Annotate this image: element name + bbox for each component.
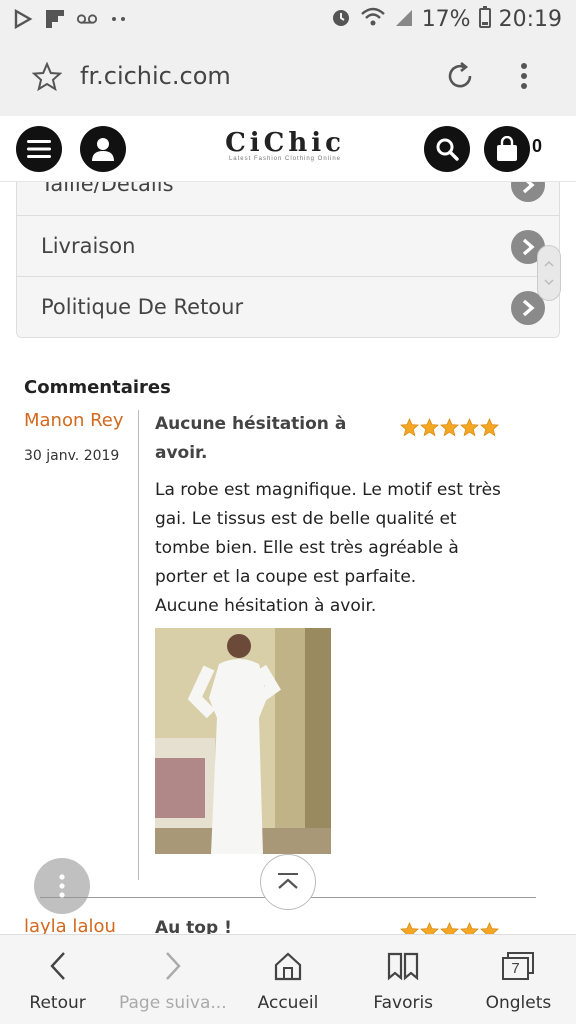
flipboard-icon — [44, 8, 66, 30]
home-icon — [271, 949, 305, 983]
star-icon — [400, 418, 419, 437]
accordion-label: Politique De Retour — [41, 295, 244, 319]
accordion-label: Taille/Détails — [41, 182, 174, 196]
nav-tabs-button[interactable]: 7 Onglets — [461, 935, 576, 1024]
search-icon — [436, 138, 459, 161]
status-bar: 17% 20:19 — [0, 0, 576, 40]
star-icon — [480, 418, 499, 437]
review-title: Aucune hésitation à avoir. — [155, 414, 347, 463]
scroll-arrows-icon — [544, 260, 554, 286]
nav-home-button[interactable]: Accueil — [230, 935, 345, 1024]
logo-tagline: Latest Fashion Clothing Online — [228, 156, 342, 162]
battery-percent: 17% — [421, 7, 471, 32]
battery-icon — [478, 6, 491, 33]
accordion-item-return-policy[interactable]: Politique De Retour — [17, 276, 559, 337]
url-field[interactable]: fr.cichic.com — [80, 62, 231, 90]
site-header: CiChic Latest Fashion Clothing Online 0 — [0, 116, 576, 182]
signal-icon — [394, 6, 414, 33]
star-icon — [420, 418, 439, 437]
product-info-accordion: Taille/Détails Livraison Politique De Re… — [16, 182, 560, 338]
nav-back-button[interactable]: Retour — [0, 935, 115, 1024]
forward-icon — [156, 949, 190, 983]
review-divider — [138, 410, 139, 880]
review-body-line: Aucune hésitation à avoir. — [155, 596, 377, 616]
more-vert-icon[interactable] — [510, 60, 538, 94]
play-store-icon — [12, 8, 34, 30]
nav-label: Favoris — [373, 993, 434, 1013]
nav-label: Page suiva... — [119, 993, 227, 1013]
comments-heading: Commentaires — [24, 377, 171, 398]
bookmark-star-icon[interactable] — [31, 61, 64, 94]
review-body-line: gai. Le tissus est de belle qualité et — [155, 509, 457, 529]
nav-label: Onglets — [485, 993, 552, 1013]
hamburger-icon — [27, 140, 51, 158]
tabs-count: 7 — [511, 960, 520, 977]
nav-forward-button[interactable]: Page suiva... — [115, 935, 230, 1024]
review-body-line: porter et la coupe est parfaite. — [155, 567, 417, 587]
scroll-handle[interactable] — [537, 245, 561, 301]
accordion-label: Livraison — [41, 234, 136, 258]
menu-button[interactable] — [16, 126, 62, 172]
review-rating — [400, 418, 499, 437]
chevron-up-icon — [278, 873, 298, 889]
account-button[interactable] — [80, 126, 126, 172]
star-icon — [440, 418, 459, 437]
chevron-right-icon — [511, 182, 545, 202]
back-icon — [41, 949, 75, 983]
clock: 20:19 — [498, 7, 562, 32]
nav-bookmarks-button[interactable]: Favoris — [346, 935, 461, 1024]
review-body: La robe est magnifique. Le motif est trè… — [155, 476, 515, 621]
review-body-line: La robe est magnifique. Le motif est trè… — [155, 480, 501, 500]
user-icon — [92, 138, 114, 161]
review-photo[interactable] — [155, 628, 331, 854]
reload-icon[interactable] — [444, 60, 478, 94]
cart-button[interactable] — [484, 126, 530, 172]
more-vert-icon — [59, 874, 65, 898]
browser-url-bar: fr.cichic.com — [0, 40, 576, 116]
review-date: 30 janv. 2019 — [24, 448, 120, 464]
wifi-icon — [360, 6, 386, 33]
dots-icon — [108, 8, 130, 30]
tabs-icon: 7 — [501, 949, 535, 983]
cart-count: 0 — [532, 136, 543, 156]
nav-label: Accueil — [257, 993, 319, 1013]
review-author: Manon Rey — [24, 410, 124, 431]
shopping-bag-icon — [497, 136, 517, 161]
search-button[interactable] — [424, 126, 470, 172]
accordion-item-delivery[interactable]: Livraison — [17, 215, 559, 276]
floating-more-button[interactable] — [34, 858, 90, 914]
review-body-line: tombe bien. Elle est très agréable à — [155, 538, 459, 558]
voicemail-icon — [76, 8, 98, 30]
scroll-to-top-button[interactable] — [260, 854, 316, 910]
browser-bottom-nav: Retour Page suiva... Accueil Favoris 7 O… — [0, 934, 576, 1024]
site-logo[interactable]: CiChic Latest Fashion Clothing Online — [210, 128, 360, 162]
alarm-icon — [330, 6, 352, 33]
accordion-item-size-details[interactable]: Taille/Détails — [17, 182, 559, 215]
nav-label: Retour — [29, 993, 86, 1013]
logo-text: CiChic — [225, 128, 345, 158]
star-icon — [460, 418, 479, 437]
bookmarks-icon — [386, 949, 420, 983]
